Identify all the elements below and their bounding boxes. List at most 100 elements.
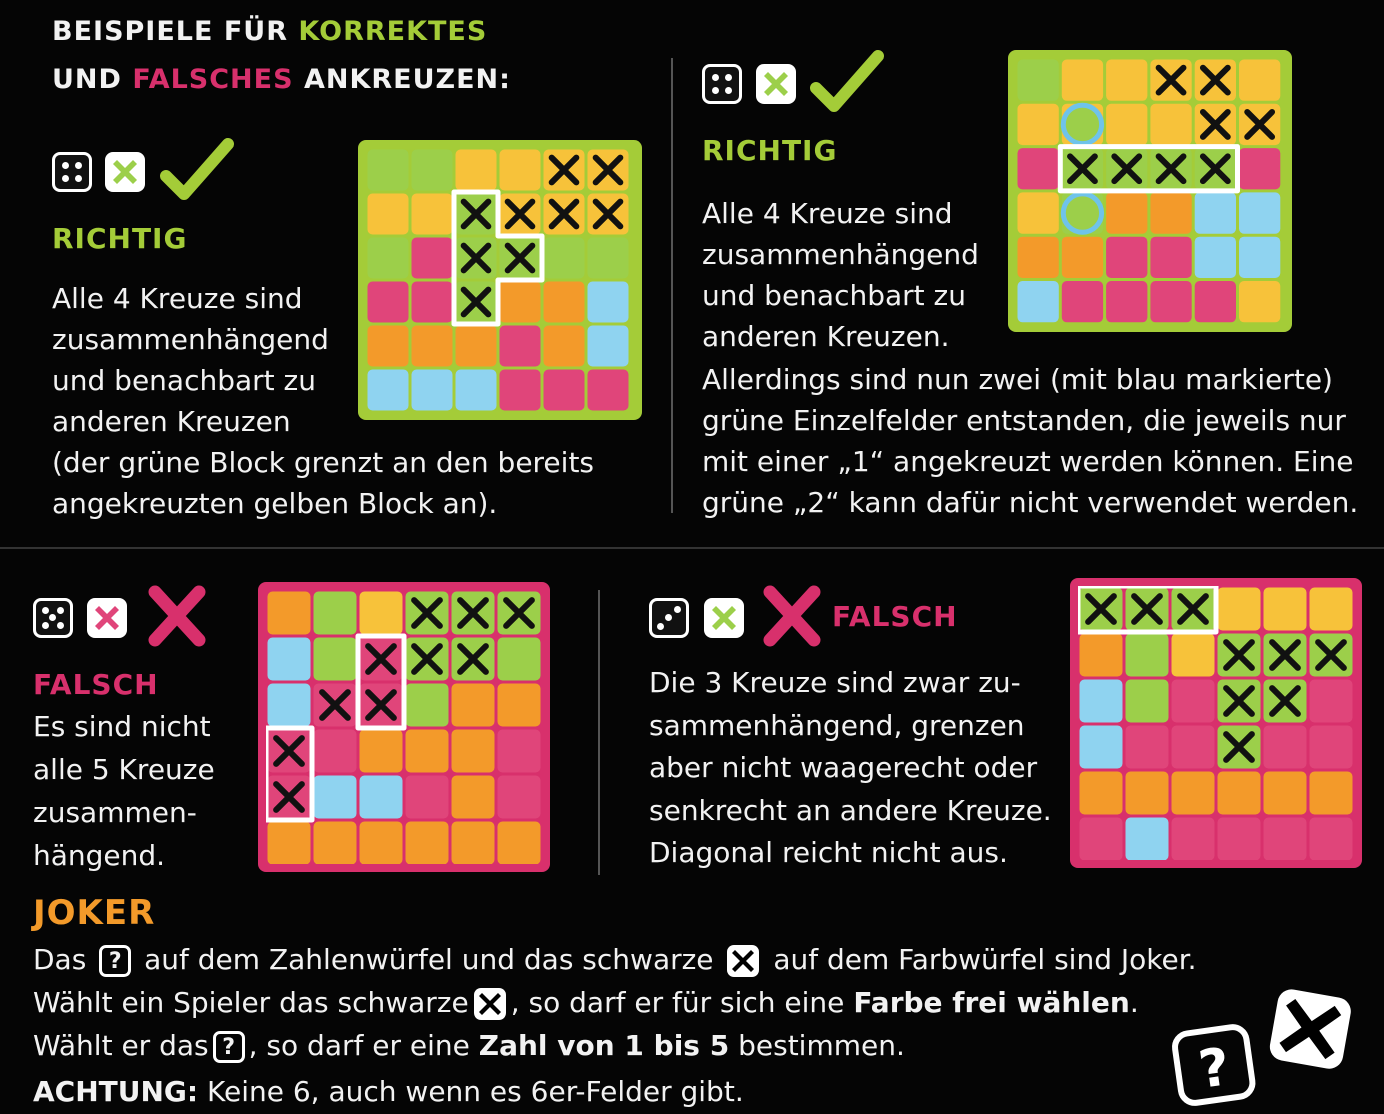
board-cell [367, 149, 409, 191]
board-cell [1217, 771, 1261, 815]
question-die-icon: ? [212, 1031, 245, 1063]
board-cell [451, 821, 495, 864]
cross-die-illustration-icon [1263, 984, 1356, 1079]
joker-text: Wählt ein Spieler das schwarze [33, 986, 469, 1019]
highlight-circle [1060, 102, 1105, 147]
board-cell [367, 281, 409, 323]
warning-label: ACHTUNG: [33, 1075, 199, 1108]
board-cell [1017, 59, 1059, 101]
game-board [1070, 578, 1362, 868]
board-cell [543, 237, 585, 279]
board-cell [313, 637, 357, 681]
board-cell [367, 369, 409, 411]
board-cell [1217, 817, 1261, 860]
black-cross-die-icon [726, 944, 760, 978]
joker-line-1: Das ? auf dem Zahlenwürfel und das schwa… [33, 938, 1197, 981]
board-cell [499, 369, 541, 411]
cross-mark-icon [145, 584, 209, 648]
board-cell [1263, 587, 1307, 631]
board-cell [1079, 633, 1123, 677]
heading-text: ANKREUZEN: [293, 64, 511, 95]
board-cell [455, 325, 497, 367]
board-cell [1106, 59, 1148, 101]
board-cell [587, 237, 629, 279]
board-cell [405, 683, 449, 727]
board-cell [1017, 148, 1059, 190]
board-cell [1309, 771, 1353, 815]
board-cell [1106, 236, 1148, 278]
board-cell [1106, 192, 1148, 234]
board-cell [313, 821, 357, 864]
board-cell [1106, 281, 1148, 323]
joker-text: , so darf er für sich eine [510, 986, 845, 1019]
heading-correct: KORREKTES [298, 16, 488, 47]
board-cell [1309, 817, 1353, 860]
page-heading: BEISPIELE FÜR KORREKTES UND FALSCHES ANK… [52, 8, 511, 104]
board-cell [411, 149, 453, 191]
divider [0, 547, 1384, 549]
joker-text: Das [33, 943, 87, 976]
board-cell [1239, 192, 1281, 234]
board-cell [497, 821, 541, 864]
joker-text: bestimmen. [738, 1029, 905, 1062]
board-cell [455, 149, 497, 191]
joker-text: , so darf er eine [248, 1029, 470, 1062]
board-cell [1125, 771, 1169, 815]
board-cell [267, 683, 311, 727]
board-cell [1017, 281, 1059, 323]
board-cell [359, 775, 403, 819]
board-cell [411, 237, 453, 279]
board-cell [499, 325, 541, 367]
board-cell [1106, 103, 1148, 146]
board-cell [1263, 771, 1307, 815]
board-cell [267, 637, 311, 681]
heading-text: UND [52, 64, 133, 95]
joker-line-2: Wählt ein Spieler das schwarze , so darf… [33, 981, 1139, 1024]
number-die-icon [33, 598, 73, 638]
result-label: RICHTIG [52, 222, 188, 255]
explanation-text: Die 3 Kreuze sind zwar zu- sammenhängend… [649, 666, 1052, 869]
joker-title: JOKER [33, 893, 156, 933]
joker-text: Wählt er das [33, 1029, 209, 1062]
board-cell [543, 369, 585, 411]
board-cell [405, 729, 449, 773]
board-cell [1017, 192, 1059, 234]
black-cross-die-icon [473, 987, 507, 1021]
board-cell [1061, 281, 1104, 323]
board-cell [1150, 236, 1192, 278]
board-cell [1125, 633, 1169, 677]
board-cell [499, 149, 541, 191]
board-cell [1263, 817, 1307, 860]
question-die-illustration-icon: ? [1169, 1021, 1260, 1113]
board-cell [499, 281, 541, 323]
board-cell [1194, 281, 1236, 323]
board-cell [313, 775, 357, 819]
joker-line-3: Wählt er das?, so darf er eine Zahl von … [33, 1024, 905, 1067]
board-cell [497, 637, 541, 681]
board-cell [1079, 817, 1123, 860]
joker-line-4: ACHTUNG: Keine 6, auch wenn es 6er-Felde… [33, 1070, 744, 1113]
result-label: RICHTIG [702, 134, 838, 167]
board-cell [367, 193, 409, 235]
board-cell [1079, 771, 1123, 815]
board-cell [1239, 148, 1281, 190]
board-cell [411, 369, 453, 411]
joker-text: Keine 6, auch wenn es 6er-Felder gibt. [198, 1075, 744, 1108]
board-cell [455, 369, 497, 411]
board-cell [1309, 679, 1353, 723]
board-cell [367, 237, 409, 279]
board-cell [359, 591, 403, 635]
cross-mark-icon [760, 584, 824, 648]
board-cell [411, 325, 453, 367]
board-cell [451, 683, 495, 727]
board-cell [1239, 59, 1281, 101]
joker-bold-text: Zahl von 1 bis 5 [478, 1029, 730, 1062]
check-mark-icon [810, 50, 884, 114]
board-cell [1239, 281, 1281, 323]
divider [671, 58, 673, 513]
board-cell [543, 325, 585, 367]
board-cell [497, 775, 541, 819]
board-cell [1125, 725, 1169, 769]
board-cell [359, 729, 403, 773]
board-cell [359, 821, 403, 864]
